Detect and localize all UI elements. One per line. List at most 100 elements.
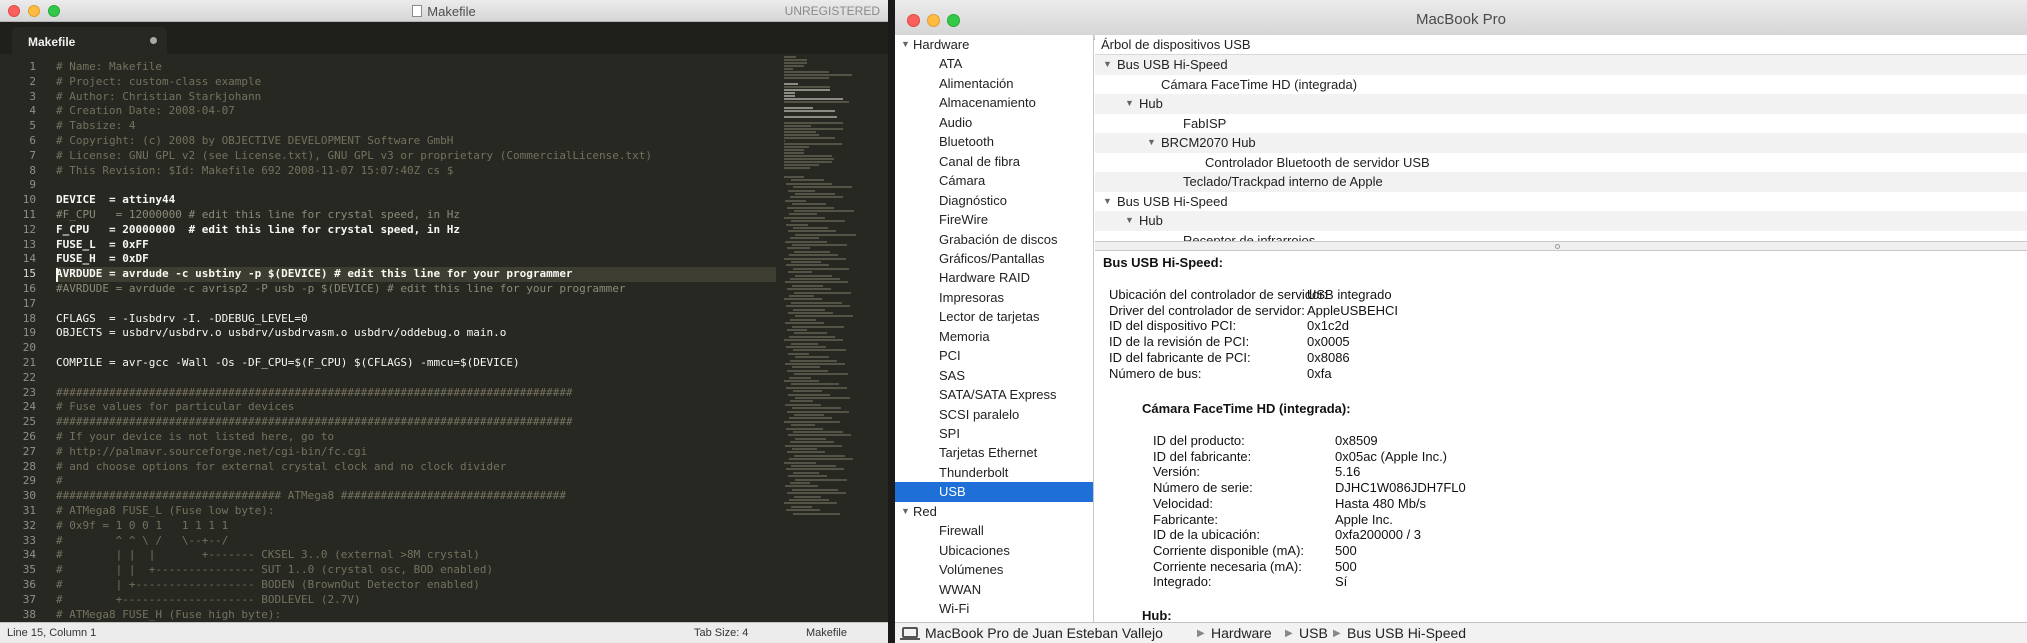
tree-row[interactable]: ▼ Hub — [1095, 94, 2027, 114]
sidebar-item-firewire[interactable]: FireWire — [895, 210, 1093, 229]
path-bar: MacBook Pro de Juan Esteban Vallejo ▶ Hard… — [895, 622, 2027, 643]
splitter-handle-icon[interactable] — [1555, 244, 1560, 249]
sidebar-item-memoria[interactable]: Memoria — [895, 327, 1093, 346]
disclosure-triangle-icon[interactable]: ▼ — [901, 39, 910, 49]
sidebar-item-vol-menes[interactable]: Volúmenes — [895, 560, 1093, 579]
sidebar-item-canal-de-fibra[interactable]: Canal de fibra — [895, 152, 1093, 171]
minimap-line — [791, 505, 812, 508]
code-line: # This Revision: $Id: Makefile 692 2008-… — [56, 163, 454, 177]
sidebar-item-spi[interactable]: SPI — [895, 424, 1093, 443]
tree-row[interactable]: ▼ Bus USB Hi-Speed — [1095, 55, 2027, 75]
minimap-line — [784, 158, 834, 160]
status-bar: Line 15, Column 1 Tab Size: 4 Makefile — [0, 622, 888, 643]
sidebar-item-label: Volúmenes — [939, 562, 1004, 578]
sidebar-item-bluetooth[interactable]: Bluetooth — [895, 132, 1093, 151]
tree-row[interactable]: ▼ Bus USB Hi-Speed — [1095, 192, 2027, 212]
sidebar-item-grabaci-n-de-discos[interactable]: Grabación de discos — [895, 230, 1093, 249]
sidebar-item-gr-ficos-pantallas[interactable]: Gráficos/Pantallas — [895, 249, 1093, 268]
disclosure-triangle-icon[interactable]: ▼ — [901, 506, 910, 516]
sidebar-item-alimentaci-n[interactable]: Alimentación — [895, 74, 1093, 93]
minimap-line — [787, 451, 825, 454]
sidebar-item-pci[interactable]: PCI — [895, 346, 1093, 365]
minimap-line — [790, 278, 840, 280]
minimap-line — [793, 512, 840, 515]
minimap-line — [784, 257, 846, 260]
minimap-line — [792, 325, 844, 328]
disclosure-triangle-icon[interactable]: ▼ — [1125, 98, 1134, 108]
sidebar-item-diagn-stico[interactable]: Diagnóstico — [895, 191, 1093, 210]
sidebar-item-tarjetas-ethernet[interactable]: Tarjetas Ethernet — [895, 443, 1093, 462]
tab-close-dot-icon[interactable] — [150, 37, 157, 44]
disclosure-triangle-icon[interactable]: ▼ — [1147, 137, 1156, 147]
minimap-line — [788, 312, 833, 314]
sidebar-item-label: Cámara — [939, 173, 986, 189]
sidebar-item-thunderbolt[interactable]: Thunderbolt — [895, 463, 1093, 482]
tree-row[interactable]: Teclado/Trackpad interno de Apple — [1095, 172, 2027, 192]
status-tab-size[interactable]: Tab Size: 4 — [694, 627, 748, 639]
sidebar-item-red[interactable]: ▼ Red — [895, 502, 1093, 521]
tree-row[interactable]: ▼ BRCM2070 Hub — [1095, 133, 2027, 153]
sidebar-item-wwan[interactable]: WWAN — [895, 580, 1093, 599]
sidebar-item-scsi-paralelo[interactable]: SCSI paralelo — [895, 405, 1093, 424]
path-segment[interactable]: MacBook Pro de Juan Esteban Vallejo — [925, 625, 1163, 641]
sidebar-item-almacenamiento[interactable]: Almacenamiento — [895, 93, 1093, 112]
sidebar-item-label: PCI — [939, 348, 961, 364]
property-value: 0x05ac (Apple Inc.) — [1335, 448, 1448, 464]
pane-splitter[interactable] — [1095, 241, 2027, 251]
sidebar-item-sata-sata-express[interactable]: SATA/SATA Express — [895, 385, 1093, 404]
sidebar-item-lector-de-tarjetas[interactable]: Lector de tarjetas — [895, 307, 1093, 326]
disclosure-triangle-icon[interactable]: ▼ — [1103, 59, 1112, 69]
sidebar-item-wi-fi[interactable]: Wi-Fi — [895, 599, 1093, 618]
minimap-line — [791, 465, 836, 467]
sidebar-item-ata[interactable]: ATA — [895, 54, 1093, 73]
sidebar-item-label: Bluetooth — [939, 134, 994, 150]
path-segment[interactable]: USB — [1299, 625, 1328, 641]
property-value: DJHC1W086JDH7FL0 — [1335, 480, 1466, 496]
sidebar-item-hardware-raid[interactable]: Hardware RAID — [895, 268, 1093, 287]
sidebar-item-c-mara[interactable]: Cámara — [895, 171, 1093, 190]
tree-row[interactable]: FabISP — [1095, 114, 2027, 134]
tree-row-label: Hub — [1139, 96, 1163, 111]
disclosure-triangle-icon[interactable]: ▼ — [1125, 215, 1134, 225]
minimap-line — [784, 125, 811, 127]
sidebar-item-hardware[interactable]: ▼ Hardware — [895, 35, 1093, 54]
tree-row-label: Receptor de infrarrojos — [1183, 232, 1316, 242]
tree-row-label: Controlador Bluetooth de servidor USB — [1205, 154, 1430, 170]
tree-row[interactable]: Cámara FaceTime HD (integrada) — [1095, 75, 2027, 95]
minimap-line — [790, 237, 819, 240]
line-number: 27 — [22, 444, 36, 458]
sidebar-item-firewall[interactable]: Firewall — [895, 521, 1093, 540]
path-segment[interactable]: Hardware — [1211, 625, 1272, 641]
minimap-line — [784, 420, 840, 423]
disclosure-triangle-icon[interactable]: ▼ — [1103, 196, 1112, 206]
sidebar-item-ubicaciones[interactable]: Ubicaciones — [895, 541, 1093, 560]
sidebar-item-usb[interactable]: USB — [895, 482, 1093, 502]
sidebar-item-label: Ubicaciones — [939, 542, 1010, 558]
minimap-line — [789, 499, 829, 501]
path-segment[interactable]: Bus USB Hi-Speed — [1347, 625, 1466, 641]
line-number: 18 — [22, 311, 36, 325]
tab-makefile[interactable]: Makefile — [12, 27, 167, 54]
minimap-line — [784, 56, 796, 58]
line-number: 12 — [22, 222, 36, 236]
tree-row[interactable]: Receptor de infrarrojos — [1095, 231, 2027, 242]
code-line: OBJECTS = usbdrv/usbdrv.o usbdrv/usbdrva… — [56, 326, 507, 340]
tree-row[interactable]: ▼ Hub — [1095, 211, 2027, 231]
minimap[interactable] — [784, 56, 856, 516]
detail-heading: Bus USB Hi-Speed: — [1103, 255, 1223, 270]
sidebar-item-sas[interactable]: SAS — [895, 366, 1093, 385]
sidebar: ▼ Hardware ATA Alimentación Almacenamiento Au… — [895, 35, 1094, 622]
sidebar-item-label: Firewall — [939, 523, 984, 539]
minimap-line — [784, 380, 819, 382]
status-syntax[interactable]: Makefile — [806, 627, 847, 639]
code-line: ########################################… — [56, 415, 573, 429]
property-value: Sí — [1335, 574, 1348, 590]
sidebar-item-audio[interactable]: Audio — [895, 113, 1093, 132]
property-value: 0x0005 — [1307, 334, 1350, 350]
tree-row[interactable]: Controlador Bluetooth de servidor USB — [1095, 153, 2027, 173]
line-number: 10 — [22, 193, 36, 207]
code-line: #F_CPU = 12000000 # edit this line for c… — [56, 208, 460, 221]
minimap-line — [786, 427, 823, 430]
code-editor[interactable]: # Name: Makefile # Project: custom-class … — [56, 54, 776, 622]
sidebar-item-impresoras[interactable]: Impresoras — [895, 288, 1093, 307]
